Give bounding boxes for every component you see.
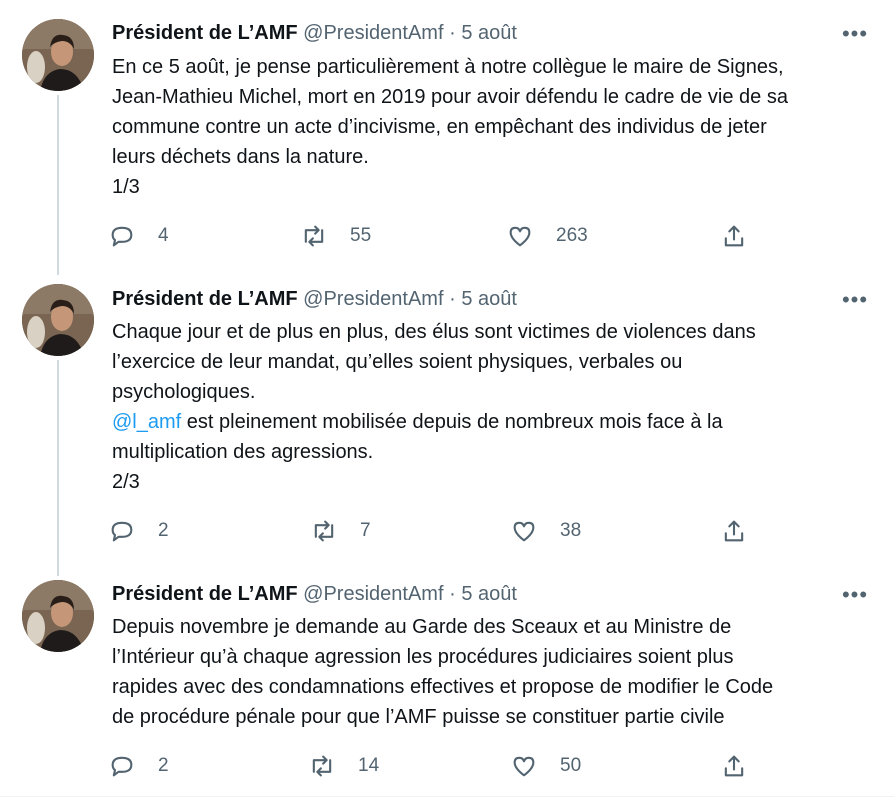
author-name[interactable]: Président de L’AMF (112, 288, 298, 310)
tweet-header: Président de L’AMF @PresidentAmf · 5 aoû… (112, 286, 517, 312)
like-icon (509, 226, 531, 247)
share-button[interactable] (720, 751, 748, 781)
thread-line (57, 95, 59, 275)
tweet-text-line: rapides avec des condamnations effective… (112, 676, 774, 698)
separator: · (449, 22, 456, 44)
tweet-text-line: Chaque jour et de plus en plus, des élus… (112, 321, 756, 343)
tweet-actions: 2 14 50 (108, 751, 788, 781)
reply-icon (111, 756, 133, 777)
reply-count: 4 (158, 225, 169, 246)
reply-count: 2 (158, 520, 169, 541)
tweet-3[interactable]: Président de L’AMF @PresidentAmf · 5 aoû… (0, 564, 894, 796)
share-button[interactable] (720, 516, 748, 546)
tweet-text-line: l’exercice de leur mandat, qu’elles soie… (112, 351, 683, 373)
thread-line (57, 360, 59, 576)
like-count: 263 (556, 225, 588, 246)
author-name[interactable]: Président de L’AMF (112, 22, 298, 44)
retweet-count: 7 (360, 520, 371, 541)
more-icon[interactable]: ••• (840, 23, 870, 45)
reply-button[interactable]: 2 (108, 751, 169, 781)
author-handle[interactable]: @PresidentAmf (303, 583, 443, 605)
tweet-2[interactable]: Président de L’AMF @PresidentAmf · 5 aoû… (0, 268, 894, 576)
like-count: 38 (560, 520, 582, 541)
more-icon[interactable]: ••• (840, 584, 870, 606)
tweet-text-line: En ce 5 août, je pense particulièrement … (112, 56, 784, 78)
reply-count: 2 (158, 755, 169, 776)
divider (0, 796, 894, 797)
tweet-text: Chaque jour et de plus en plus, des élus… (112, 317, 852, 497)
tweet-actions: 4 55 263 (108, 221, 788, 251)
tweet-text-line: psychologiques. (112, 381, 256, 403)
tweet-text-line: 2/3 (112, 471, 140, 493)
retweet-icon (312, 755, 332, 777)
author-handle[interactable]: @PresidentAmf (303, 22, 443, 44)
retweet-button[interactable]: 7 (310, 516, 371, 546)
avatar-photo (22, 284, 94, 356)
reply-icon (111, 521, 133, 542)
tweet-date[interactable]: 5 août (461, 583, 517, 605)
avatar[interactable] (22, 284, 94, 356)
like-button[interactable]: 50 (510, 751, 581, 781)
share-icon (724, 520, 744, 542)
tweet-header: Président de L’AMF @PresidentAmf · 5 aoû… (112, 581, 517, 607)
tweet-text-line: Jean-Mathieu Michel, mort en 2019 pour a… (112, 86, 788, 108)
avatar[interactable] (22, 580, 94, 652)
author-name[interactable]: Président de L’AMF (112, 583, 298, 605)
mention-rest: est pleinement mobilisée depuis de nombr… (181, 411, 723, 433)
share-icon (724, 225, 744, 247)
retweet-icon (314, 520, 334, 542)
like-button[interactable]: 38 (510, 516, 581, 546)
tweet-date[interactable]: 5 août (461, 288, 517, 310)
tweet-text-line: commune contre un acte d’incivisme, en e… (112, 116, 767, 138)
reply-button[interactable]: 4 (108, 221, 169, 251)
reply-icon (111, 226, 133, 247)
retweet-count: 55 (350, 225, 372, 246)
avatar-photo (22, 580, 94, 652)
share-icon (724, 755, 744, 777)
tweet-1[interactable]: Président de L’AMF @PresidentAmf · 5 aoû… (0, 0, 894, 275)
tweet-text-line: 1/3 (112, 176, 140, 198)
share-button[interactable] (720, 221, 748, 251)
like-icon (513, 756, 535, 777)
tweet-actions: 2 7 38 (108, 516, 788, 546)
like-icon (513, 521, 535, 542)
reply-button[interactable]: 2 (108, 516, 169, 546)
author-handle[interactable]: @PresidentAmf (303, 288, 443, 310)
tweet-date[interactable]: 5 août (461, 22, 517, 44)
retweet-count: 14 (358, 755, 380, 776)
separator: · (449, 583, 456, 605)
avatar-photo (22, 19, 94, 91)
tweet-text-line: @l_amf est pleinement mobilisée depuis d… (112, 407, 852, 437)
like-count: 50 (560, 755, 582, 776)
like-button[interactable]: 263 (506, 221, 588, 251)
more-icon[interactable]: ••• (840, 289, 870, 311)
tweet-text-line: Depuis novembre je demande au Garde des … (112, 616, 732, 638)
mention-link[interactable]: @l_amf (112, 411, 181, 433)
avatar[interactable] (22, 19, 94, 91)
tweet-text-line: de procédure pénale pour que l’AMF puiss… (112, 706, 725, 728)
tweet-text-line: l’Intérieur qu’à chaque agression les pr… (112, 646, 734, 668)
tweet-text-line: multiplication des agressions. (112, 441, 374, 463)
tweet-text: En ce 5 août, je pense particulièrement … (112, 52, 852, 202)
tweet-text-line: leurs déchets dans la nature. (112, 146, 369, 168)
retweet-button[interactable]: 55 (300, 221, 371, 251)
retweet-button[interactable]: 14 (308, 751, 379, 781)
tweet-text: Depuis novembre je demande au Garde des … (112, 612, 852, 732)
retweet-icon (304, 225, 324, 247)
separator: · (449, 288, 456, 310)
tweet-header: Président de L’AMF @PresidentAmf · 5 aoû… (112, 20, 517, 46)
